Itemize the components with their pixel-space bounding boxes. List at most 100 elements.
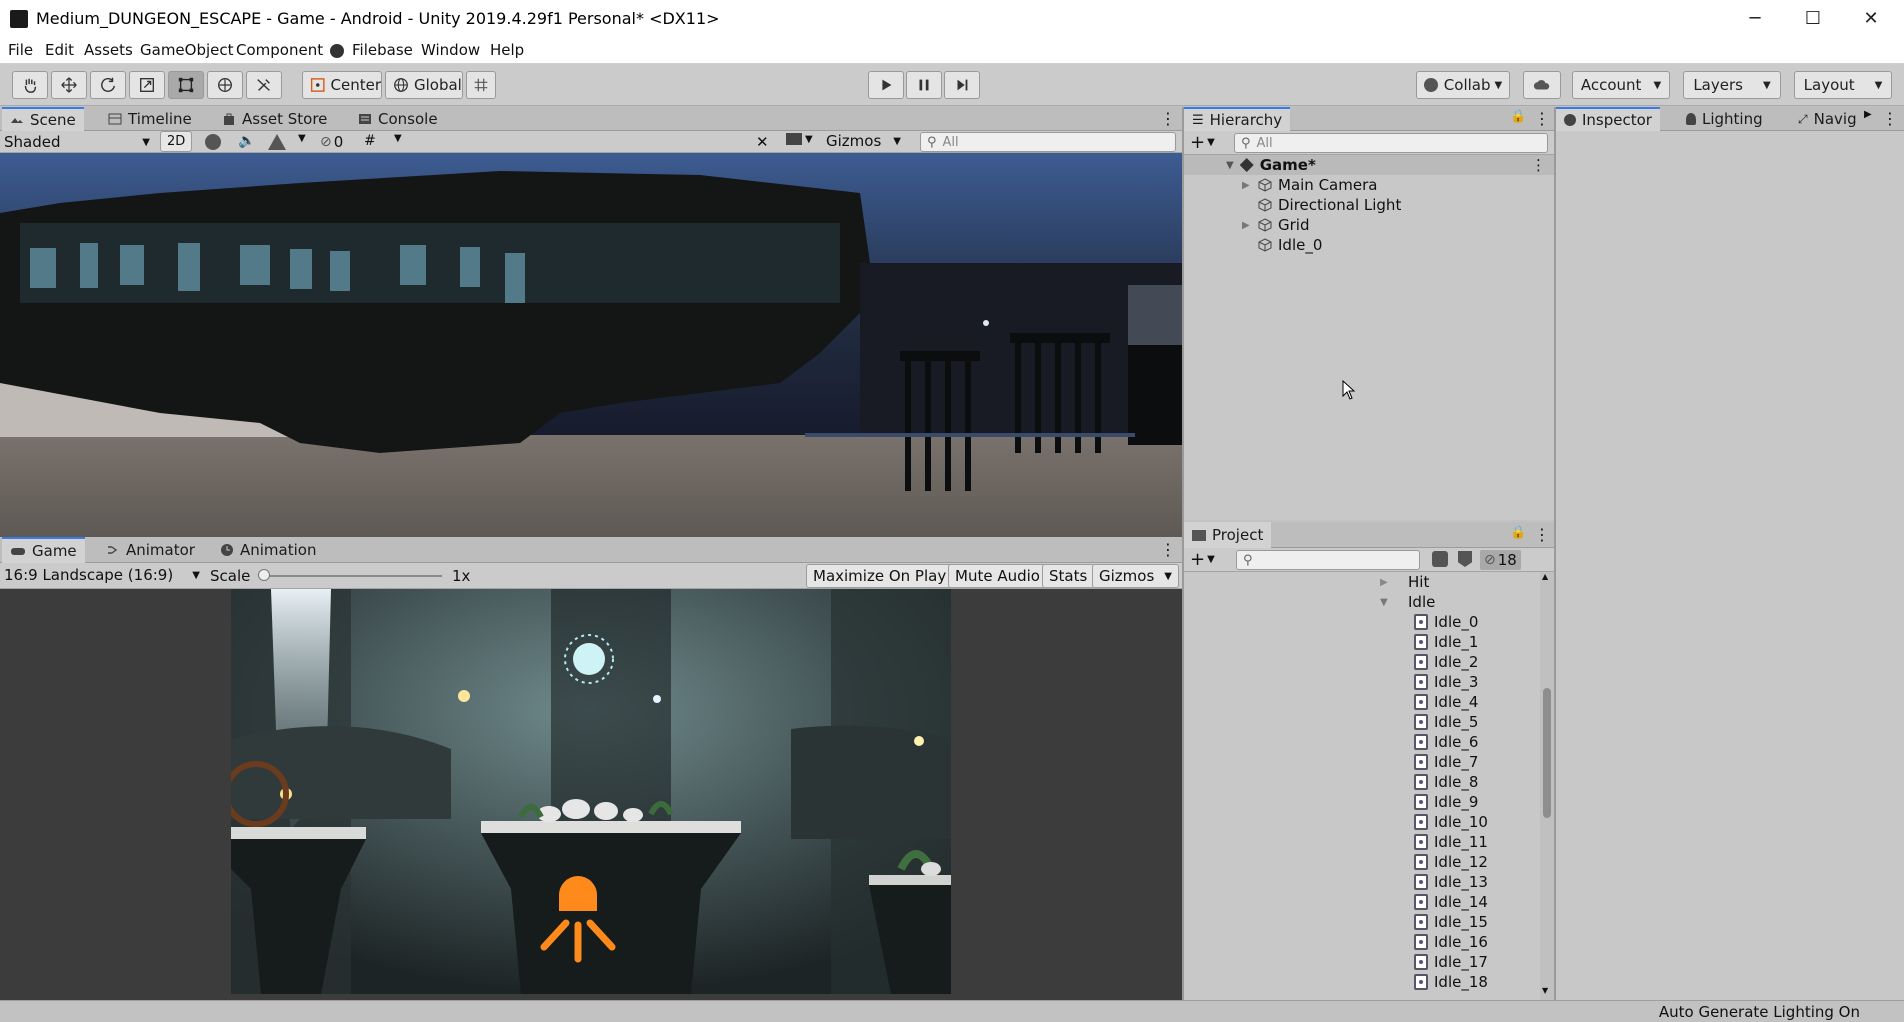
folder-hit[interactable]: ▶ Hit: [1380, 572, 1429, 592]
hierarchy-item-grid[interactable]: ▶ Grid: [1242, 215, 1309, 235]
close-button[interactable]: ✕: [1842, 0, 1900, 38]
tab-hierarchy[interactable]: ☰ Hierarchy: [1184, 107, 1291, 131]
tab-lighting[interactable]: Lighting: [1678, 107, 1771, 131]
label-icon[interactable]: [1458, 551, 1472, 567]
minimize-button[interactable]: ─: [1726, 0, 1784, 38]
list-item[interactable]: Idle_11: [1414, 832, 1524, 852]
lighting-toggle-icon[interactable]: [205, 134, 221, 150]
list-item[interactable]: Idle_10: [1414, 812, 1524, 832]
project-search-input[interactable]: ⚲: [1236, 550, 1420, 570]
list-item[interactable]: Idle_1: [1414, 632, 1524, 652]
create-dropdown[interactable]: + ▼: [1190, 549, 1215, 570]
list-item[interactable]: Idle_14: [1414, 892, 1524, 912]
aspect-dropdown[interactable]: 16:9 Landscape (16:9) ▼: [4, 566, 200, 584]
list-item[interactable]: Idle_13: [1414, 872, 1524, 892]
scene-root-row[interactable]: ▼ Game* ⋮: [1184, 155, 1554, 175]
scale-slider-handle[interactable]: [258, 569, 270, 581]
panel-menu-icon[interactable]: ⋮: [1160, 540, 1176, 559]
menu-assets[interactable]: Assets: [84, 41, 133, 59]
tab-navigation[interactable]: ⤢ Navig: [1790, 107, 1865, 131]
gizmos-dropdown[interactable]: Gizmos ▼: [826, 132, 901, 150]
menu-file[interactable]: File: [8, 41, 33, 59]
scene-search-input[interactable]: ⚲ All: [920, 132, 1176, 152]
audio-toggle-icon[interactable]: 🔈: [238, 133, 255, 149]
lock-icon[interactable]: 🔒: [1510, 109, 1526, 124]
tab-animator[interactable]: Animator: [98, 537, 203, 563]
menu-window[interactable]: Window: [421, 41, 480, 59]
step-button[interactable]: [944, 71, 980, 99]
2d-mode-toggle[interactable]: 2D: [160, 131, 193, 152]
tab-project[interactable]: Project: [1184, 522, 1272, 548]
menu-component[interactable]: Component: [236, 41, 323, 59]
hierarchy-item-directional-light[interactable]: Directional Light: [1258, 195, 1401, 215]
project-scrollbar[interactable]: ▲ ▼: [1540, 572, 1554, 1000]
grid-snap-button[interactable]: [466, 71, 496, 99]
panel-menu-icon[interactable]: ⋮: [1160, 109, 1176, 128]
collab-dropdown[interactable]: Collab ▼: [1416, 71, 1510, 99]
hierarchy-item-main-camera[interactable]: ▶ Main Camera: [1242, 175, 1377, 195]
account-dropdown[interactable]: Account ▼: [1572, 71, 1670, 99]
menu-help[interactable]: Help: [490, 41, 524, 59]
menu-filebase[interactable]: Filebase: [352, 41, 413, 59]
tab-asset-store[interactable]: Asset Store: [214, 107, 335, 131]
panel-menu-icon[interactable]: ⋮: [1882, 109, 1898, 128]
maximize-button[interactable]: ☐: [1784, 0, 1842, 38]
tools-icon[interactable]: ✕: [756, 133, 769, 151]
list-item[interactable]: Idle_0: [1414, 612, 1524, 632]
list-item[interactable]: Idle_12: [1414, 852, 1524, 872]
scale-slider-track[interactable]: [262, 575, 442, 577]
rotate-tool-button[interactable]: [90, 71, 126, 99]
move-tool-button[interactable]: [51, 71, 87, 99]
list-item[interactable]: Idle_6: [1414, 732, 1524, 752]
scroll-down-icon[interactable]: ▼: [1542, 986, 1548, 995]
rect-tool-button[interactable]: [168, 71, 204, 99]
pivot-center-toggle[interactable]: Center: [302, 71, 382, 99]
custom-tool-button[interactable]: [246, 71, 282, 99]
more-icon[interactable]: ⋮: [1531, 156, 1546, 174]
create-dropdown[interactable]: + ▼: [1190, 132, 1215, 153]
panel-menu-icon[interactable]: ⋮: [1534, 525, 1550, 544]
hierarchy-item-idle-0[interactable]: Idle_0: [1258, 235, 1322, 255]
list-item[interactable]: Idle_15: [1414, 912, 1524, 932]
game-viewport[interactable]: [0, 589, 1182, 1000]
list-item[interactable]: Idle_16: [1414, 932, 1524, 952]
scene-viewport[interactable]: [0, 153, 1182, 537]
stats-toggle[interactable]: Stats: [1042, 564, 1095, 588]
list-item[interactable]: Idle_2: [1414, 652, 1524, 672]
effects-toggle-icon[interactable]: [268, 134, 286, 150]
cloud-button[interactable]: [1523, 71, 1561, 99]
hidden-objects-counter[interactable]: ⊘ 0: [320, 133, 343, 151]
menu-gameobject[interactable]: GameObject: [140, 41, 234, 59]
folder-idle[interactable]: ▼ Idle: [1380, 592, 1435, 612]
global-space-toggle[interactable]: Global: [385, 71, 463, 99]
panel-menu-icon[interactable]: ⋮: [1534, 109, 1550, 128]
tab-inspector[interactable]: Inspector: [1556, 107, 1660, 131]
lock-icon[interactable]: 🔒: [1510, 525, 1526, 540]
scroll-up-icon[interactable]: ▲: [1542, 572, 1548, 581]
layout-dropdown[interactable]: Layout ▼: [1794, 71, 1892, 99]
hand-tool-button[interactable]: [12, 71, 48, 99]
layers-dropdown[interactable]: Layers ▼: [1683, 71, 1781, 99]
scrollbar-thumb[interactable]: [1543, 688, 1551, 818]
gizmos-dropdown[interactable]: Gizmos ▼: [1092, 564, 1179, 588]
tab-animation[interactable]: Animation: [212, 537, 324, 563]
filter-by-type-icon[interactable]: [1432, 551, 1448, 567]
list-item[interactable]: Idle_8: [1414, 772, 1524, 792]
transform-tool-button[interactable]: [207, 71, 243, 99]
list-item[interactable]: Idle_5: [1414, 712, 1524, 732]
list-item[interactable]: Idle_4: [1414, 692, 1524, 712]
mute-audio-toggle[interactable]: Mute Audio: [948, 564, 1047, 588]
play-button[interactable]: [868, 71, 904, 99]
maximize-on-play-toggle[interactable]: Maximize On Play: [806, 564, 954, 588]
list-item[interactable]: Idle_3: [1414, 672, 1524, 692]
tab-scene[interactable]: Scene: [2, 107, 84, 131]
list-item[interactable]: Idle_18: [1414, 972, 1524, 992]
grid-icon[interactable]: #: [364, 133, 376, 149]
tab-game[interactable]: Game: [2, 537, 85, 563]
menu-edit[interactable]: Edit: [45, 41, 74, 59]
hierarchy-search-input[interactable]: ⚲ All: [1234, 133, 1548, 153]
list-item[interactable]: Idle_7: [1414, 752, 1524, 772]
shading-mode-dropdown[interactable]: Shaded ▼: [4, 132, 154, 152]
list-item[interactable]: Idle_9: [1414, 792, 1524, 812]
scale-tool-button[interactable]: [129, 71, 165, 99]
